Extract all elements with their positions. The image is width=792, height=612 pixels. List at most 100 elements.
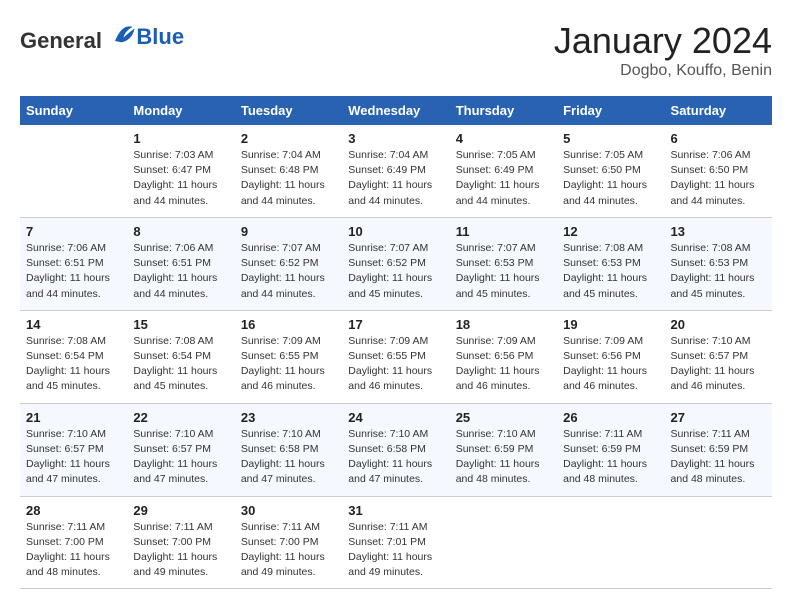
day-info: Sunrise: 7:04 AM Sunset: 6:48 PM Dayligh… [241, 148, 336, 209]
day-number: 17 [348, 317, 443, 332]
day-number: 13 [671, 224, 766, 239]
day-info: Sunrise: 7:11 AM Sunset: 7:00 PM Dayligh… [133, 520, 228, 581]
logo-bird-icon [108, 20, 136, 48]
day-info: Sunrise: 7:11 AM Sunset: 6:59 PM Dayligh… [671, 427, 766, 488]
calendar-table: SundayMondayTuesdayWednesdayThursdayFrid… [20, 96, 772, 589]
day-info: Sunrise: 7:05 AM Sunset: 6:50 PM Dayligh… [563, 148, 658, 209]
calendar-cell: 30 Sunrise: 7:11 AM Sunset: 7:00 PM Dayli… [235, 496, 342, 589]
calendar-title: January 2024 [554, 20, 772, 62]
calendar-cell: 20Sunrise: 7:10 AM Sunset: 6:57 PM Dayli… [665, 310, 772, 403]
day-number: 2 [241, 131, 336, 146]
day-number: 6 [671, 131, 766, 146]
title-block: January 2024 Dogbo, Kouffo, Benin [554, 20, 772, 80]
day-number: 20 [671, 317, 766, 332]
day-info: Sunrise: 7:07 AM Sunset: 6:52 PM Dayligh… [241, 241, 336, 302]
calendar-week-row: 1 Sunrise: 7:03 AM Sunset: 6:47 PM Daylig… [20, 125, 772, 217]
day-info: Sunrise: 7:10 AM Sunset: 6:59 PM Dayligh… [456, 427, 551, 488]
day-number: 1 [133, 131, 228, 146]
calendar-cell: 2 Sunrise: 7:04 AM Sunset: 6:48 PM Daylig… [235, 125, 342, 217]
day-number: 10 [348, 224, 443, 239]
header-thursday: Thursday [450, 96, 557, 125]
calendar-week-row: 21 Sunrise: 7:10 AM Sunset: 6:57 PM Dayli… [20, 403, 772, 496]
calendar-cell: 5 Sunrise: 7:05 AM Sunset: 6:50 PM Daylig… [557, 125, 664, 217]
calendar-cell: 17 Sunrise: 7:09 AM Sunset: 6:55 PM Dayli… [342, 310, 449, 403]
calendar-subtitle: Dogbo, Kouffo, Benin [554, 62, 772, 80]
calendar-cell: 9 Sunrise: 7:07 AM Sunset: 6:52 PM Daylig… [235, 217, 342, 310]
day-number: 26 [563, 410, 658, 425]
calendar-cell: 14 Sunrise: 7:08 AM Sunset: 6:54 PM Dayli… [20, 310, 127, 403]
calendar-cell: 16Sunrise: 7:09 AM Sunset: 6:55 PM Dayli… [235, 310, 342, 403]
calendar-cell: 3 Sunrise: 7:04 AM Sunset: 6:49 PM Daylig… [342, 125, 449, 217]
header-sunday: Sunday [20, 96, 127, 125]
calendar-cell: 31Sunrise: 7:11 AM Sunset: 7:01 PM Dayli… [342, 496, 449, 589]
day-info: Sunrise: 7:06 AM Sunset: 6:51 PM Dayligh… [133, 241, 228, 302]
day-number: 25 [456, 410, 551, 425]
day-number: 3 [348, 131, 443, 146]
day-number: 19 [563, 317, 658, 332]
day-info: Sunrise: 7:08 AM Sunset: 6:54 PM Dayligh… [26, 334, 121, 395]
header-saturday: Saturday [665, 96, 772, 125]
day-info: Sunrise: 7:11 AM Sunset: 7:00 PM Dayligh… [241, 520, 336, 581]
day-number: 5 [563, 131, 658, 146]
day-number: 9 [241, 224, 336, 239]
calendar-cell: 11Sunrise: 7:07 AM Sunset: 6:53 PM Dayli… [450, 217, 557, 310]
calendar-cell: 19 Sunrise: 7:09 AM Sunset: 6:56 PM Dayli… [557, 310, 664, 403]
calendar-week-row: 7 Sunrise: 7:06 AM Sunset: 6:51 PM Daylig… [20, 217, 772, 310]
calendar-cell: 6Sunrise: 7:06 AM Sunset: 6:50 PM Daylig… [665, 125, 772, 217]
day-number: 22 [133, 410, 228, 425]
day-number: 7 [26, 224, 121, 239]
day-info: Sunrise: 7:11 AM Sunset: 7:01 PM Dayligh… [348, 520, 443, 581]
calendar-cell: 13 Sunrise: 7:08 AM Sunset: 6:53 PM Dayli… [665, 217, 772, 310]
day-number: 4 [456, 131, 551, 146]
day-number: 27 [671, 410, 766, 425]
day-number: 29 [133, 503, 228, 518]
day-info: Sunrise: 7:04 AM Sunset: 6:49 PM Dayligh… [348, 148, 443, 209]
day-number: 14 [26, 317, 121, 332]
day-info: Sunrise: 7:09 AM Sunset: 6:56 PM Dayligh… [456, 334, 551, 395]
day-number: 30 [241, 503, 336, 518]
day-info: Sunrise: 7:06 AM Sunset: 6:51 PM Dayligh… [26, 241, 121, 302]
logo: General Blue [20, 20, 184, 54]
header-monday: Monday [127, 96, 234, 125]
logo-blue: Blue [136, 24, 184, 50]
page-header: General Blue January 2024 Dogbo, Kouffo,… [20, 20, 772, 80]
day-info: Sunrise: 7:09 AM Sunset: 6:55 PM Dayligh… [348, 334, 443, 395]
calendar-cell: 28 Sunrise: 7:11 AM Sunset: 7:00 PM Dayli… [20, 496, 127, 589]
day-info: Sunrise: 7:08 AM Sunset: 6:53 PM Dayligh… [563, 241, 658, 302]
header-friday: Friday [557, 96, 664, 125]
calendar-cell: 23Sunrise: 7:10 AM Sunset: 6:58 PM Dayli… [235, 403, 342, 496]
calendar-cell: 4 Sunrise: 7:05 AM Sunset: 6:49 PM Daylig… [450, 125, 557, 217]
calendar-cell: 25 Sunrise: 7:10 AM Sunset: 6:59 PM Dayli… [450, 403, 557, 496]
calendar-cell: 7 Sunrise: 7:06 AM Sunset: 6:51 PM Daylig… [20, 217, 127, 310]
calendar-cell: 18Sunrise: 7:09 AM Sunset: 6:56 PM Dayli… [450, 310, 557, 403]
calendar-cell: 29 Sunrise: 7:11 AM Sunset: 7:00 PM Dayli… [127, 496, 234, 589]
day-number: 28 [26, 503, 121, 518]
day-number: 23 [241, 410, 336, 425]
day-number: 8 [133, 224, 228, 239]
calendar-cell: 1 Sunrise: 7:03 AM Sunset: 6:47 PM Daylig… [127, 125, 234, 217]
day-info: Sunrise: 7:09 AM Sunset: 6:55 PM Dayligh… [241, 334, 336, 395]
day-info: Sunrise: 7:03 AM Sunset: 6:47 PM Dayligh… [133, 148, 228, 209]
calendar-header-row: SundayMondayTuesdayWednesdayThursdayFrid… [20, 96, 772, 125]
day-info: Sunrise: 7:05 AM Sunset: 6:49 PM Dayligh… [456, 148, 551, 209]
day-info: Sunrise: 7:10 AM Sunset: 6:58 PM Dayligh… [348, 427, 443, 488]
calendar-cell: 26Sunrise: 7:11 AM Sunset: 6:59 PM Dayli… [557, 403, 664, 496]
header-wednesday: Wednesday [342, 96, 449, 125]
calendar-cell [20, 125, 127, 217]
day-info: Sunrise: 7:11 AM Sunset: 7:00 PM Dayligh… [26, 520, 121, 581]
calendar-cell: 15 Sunrise: 7:08 AM Sunset: 6:54 PM Dayli… [127, 310, 234, 403]
day-number: 15 [133, 317, 228, 332]
calendar-cell: 10 Sunrise: 7:07 AM Sunset: 6:52 PM Dayli… [342, 217, 449, 310]
day-number: 21 [26, 410, 121, 425]
calendar-week-row: 14 Sunrise: 7:08 AM Sunset: 6:54 PM Dayli… [20, 310, 772, 403]
day-number: 12 [563, 224, 658, 239]
calendar-cell: 24Sunrise: 7:10 AM Sunset: 6:58 PM Dayli… [342, 403, 449, 496]
day-info: Sunrise: 7:08 AM Sunset: 6:53 PM Dayligh… [671, 241, 766, 302]
calendar-cell: 21 Sunrise: 7:10 AM Sunset: 6:57 PM Dayli… [20, 403, 127, 496]
day-info: Sunrise: 7:07 AM Sunset: 6:52 PM Dayligh… [348, 241, 443, 302]
day-info: Sunrise: 7:09 AM Sunset: 6:56 PM Dayligh… [563, 334, 658, 395]
day-info: Sunrise: 7:07 AM Sunset: 6:53 PM Dayligh… [456, 241, 551, 302]
day-info: Sunrise: 7:10 AM Sunset: 6:57 PM Dayligh… [26, 427, 121, 488]
day-info: Sunrise: 7:08 AM Sunset: 6:54 PM Dayligh… [133, 334, 228, 395]
calendar-cell: 12 Sunrise: 7:08 AM Sunset: 6:53 PM Dayli… [557, 217, 664, 310]
